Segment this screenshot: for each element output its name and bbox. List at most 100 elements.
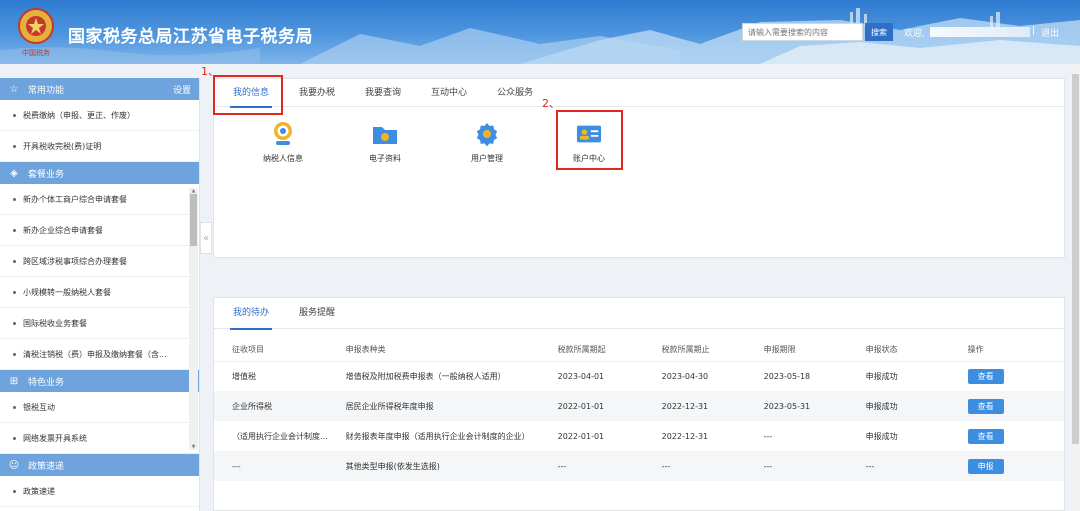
sidebar-item[interactable]: 跨区域涉税事项综合办理套餐 (0, 246, 199, 277)
page-scrollbar-thumb[interactable] (1072, 74, 1079, 444)
table-cell: --- (539, 451, 644, 481)
table-cell: --- (847, 451, 950, 481)
column-header: 操作 (949, 338, 1064, 362)
sidebar-item[interactable]: 新办个体工商户综合申请套餐 (0, 184, 199, 215)
sidebar-item-label: 小规模转一般纳税人套餐 (23, 287, 111, 297)
sidebar-item-label: 跨区域涉税事项综合办理套餐 (23, 256, 127, 266)
search-button[interactable]: 搜索 (865, 23, 893, 41)
my-info-panel: 我的信息 我要办税 我要查询 互动中心 公众服务 纳税人信息 电子资料 用户管理… (213, 78, 1065, 258)
sidebar-item[interactable]: 政策速递 (0, 476, 199, 507)
section-title: 套餐业务 (28, 169, 65, 180)
tile-electronic-data[interactable]: 电子资料 (350, 121, 420, 164)
section-title: 常用功能 (28, 85, 65, 96)
user-icon: ☺ (8, 459, 20, 471)
scroll-down-arrow-icon[interactable]: ▼ (189, 444, 198, 450)
bullet-icon (13, 144, 16, 148)
column-header: 申报期限 (745, 338, 848, 362)
bullet-icon (13, 290, 16, 294)
tile-label: 用户管理 (471, 154, 503, 163)
logout-link[interactable]: 退出 (1041, 26, 1059, 39)
sidebar-item-label: 新办个体工商户综合申请套餐 (23, 194, 127, 204)
sidebar: ☆ 常用功能 设置 税费缴纳（申报、更正、作废） 开具税收完税(费)证明 ◈ 套… (0, 78, 200, 511)
table-cell: 申报成功 (847, 391, 950, 421)
table-row: 增值税 增值税及附加税费申报表（一般纳税人适用） 2023-04-01 2023… (214, 361, 1064, 391)
view-button[interactable]: 查看 (967, 398, 1004, 414)
settings-link[interactable]: 设置 (173, 83, 191, 96)
table-cell: --- (745, 451, 848, 481)
sidebar-item[interactable]: 税费缴纳（申报、更正、作废） (0, 100, 199, 131)
page-scrollbar[interactable] (1071, 64, 1080, 511)
tax-bureau-emblem-icon: 中国税务 (18, 8, 54, 57)
todo-panel: 我的待办 服务提醒 征收项目 申报表种类 税款所属期起 税款所属期止 申报期限 … (213, 297, 1065, 511)
tab-my-todo[interactable]: 我的待办 (218, 298, 284, 330)
sidebar-item[interactable]: 银税互动 (0, 392, 199, 423)
tile-label: 电子资料 (369, 154, 401, 163)
sidebar-item[interactable]: 清税注销税（费）申报及缴纳套餐（含... (0, 339, 199, 370)
sidebar-item-label: 税费缴纳（申报、更正、作废） (23, 110, 135, 120)
sidebar-item[interactable]: 小规模转一般纳税人套餐 (0, 277, 199, 308)
bullet-icon (13, 352, 16, 356)
tab-service-reminder[interactable]: 服务提醒 (284, 298, 350, 329)
tile-user-management[interactable]: 用户管理 (452, 121, 522, 164)
tab-query[interactable]: 我要查询 (350, 79, 416, 107)
table-cell: 申报成功 (865, 431, 898, 441)
grid-icon: ⊞ (9, 375, 19, 387)
declare-button[interactable]: 申报 (967, 458, 1004, 474)
sidebar-item[interactable]: 网络发票开具系统 (0, 423, 199, 454)
sidebar-section-packages[interactable]: ◈ 套餐业务 (0, 162, 199, 184)
sidebar-item-label: 开具税收完税(费)证明 (23, 141, 102, 151)
sidebar-item[interactable]: 国际税收业务套餐 (0, 308, 199, 339)
section-title: 特色业务 (28, 377, 65, 388)
table-cell: 申报 (949, 451, 1064, 481)
gear-icon (474, 121, 500, 147)
view-button[interactable]: 查看 (967, 428, 1004, 444)
sidebar-scrollbar[interactable]: ▲ ▼ (189, 188, 198, 450)
column-header: 征收项目 (214, 338, 328, 362)
sidebar-item[interactable]: 新办企业综合申请套餐 (0, 215, 199, 246)
folder-icon (372, 121, 398, 147)
tab-interaction-center[interactable]: 互动中心 (416, 79, 482, 107)
svg-text:中国税务: 中国税务 (22, 48, 50, 57)
sidebar-item-label: 新办企业综合申请套餐 (23, 225, 103, 235)
table-cell: 2023-05-31 (745, 391, 848, 421)
table-cell: 增值税及附加税费申报表（一般纳税人适用） (345, 371, 506, 381)
tile-taxpayer-info[interactable]: 纳税人信息 (248, 121, 318, 164)
table-cell: --- (763, 431, 773, 441)
sidebar-item-label: 政策速递 (23, 486, 55, 496)
annotation-box-my-info (213, 75, 283, 115)
bullet-icon (13, 489, 16, 493)
table-cell: 居民企业所得税年度申报 (327, 391, 540, 421)
table-cell: 2023-04-30 (661, 371, 709, 381)
table-cell: 2022-12-31 (643, 391, 746, 421)
tab-tax-handling[interactable]: 我要办税 (284, 79, 350, 107)
section-title: 政策速递 (28, 461, 65, 472)
bullet-icon (13, 197, 16, 201)
table-cell: 增值税 (232, 371, 256, 381)
column-header: 申报表种类 (327, 338, 540, 362)
sidebar-section-common[interactable]: ☆ 常用功能 设置 (0, 78, 199, 100)
table-header-row: 征收项目 申报表种类 税款所属期起 税款所属期止 申报期限 申报状态 操作 (214, 338, 1064, 362)
sidebar-section-featured[interactable]: ⊞ 特色业务 (0, 370, 199, 392)
column-header: 税款所属期止 (643, 338, 746, 362)
welcome-text: 欢迎, (904, 29, 925, 39)
star-icon: ☆ (9, 83, 19, 95)
header-separator: | (1032, 26, 1036, 36)
todo-table: 征收项目 申报表种类 税款所属期起 税款所属期止 申报期限 申报状态 操作 增值… (214, 338, 1064, 481)
sidebar-item-label: 国际税收业务套餐 (23, 318, 87, 328)
table-cell: 2022-12-31 (661, 431, 709, 441)
table-cell: --- (214, 451, 328, 481)
table-cell: 查看 (949, 391, 1064, 421)
sidebar-collapse-button[interactable]: « (200, 222, 212, 254)
layers-icon: ◈ (10, 167, 18, 179)
search-input[interactable] (742, 23, 863, 41)
sidebar-section-policy[interactable]: ☺ 政策速递 (0, 454, 199, 476)
scrollbar-thumb[interactable] (190, 194, 197, 246)
table-cell: 2023-05-18 (763, 371, 811, 381)
sidebar-item[interactable]: 开具税收完税(费)证明 (0, 131, 199, 162)
view-button[interactable]: 查看 (967, 368, 1004, 384)
todo-tabs: 我的待办 服务提醒 (214, 298, 1064, 330)
table-cell: 查看 (950, 421, 1064, 451)
column-header: 申报状态 (847, 338, 950, 362)
main-tabs: 我的信息 我要办税 我要查询 互动中心 公众服务 (214, 79, 1064, 108)
tab-public-service[interactable]: 公众服务 (482, 79, 548, 107)
